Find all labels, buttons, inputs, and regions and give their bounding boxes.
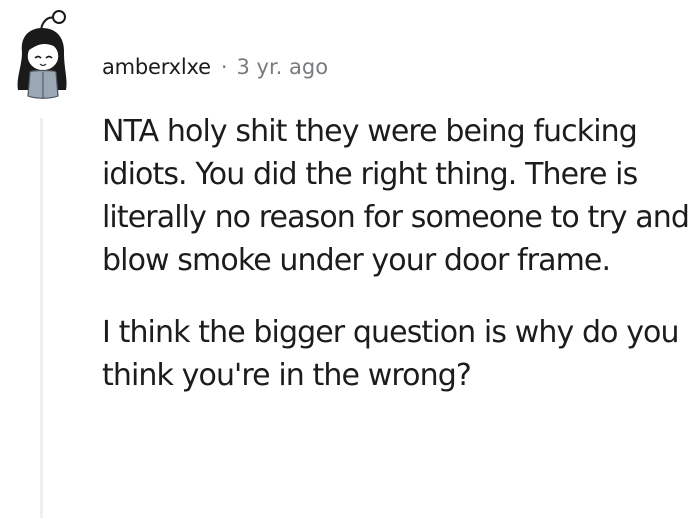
comment: amberxlxe · 3 yr. ago NTA holy shit they… bbox=[0, 0, 700, 518]
comment-paragraph: NTA holy shit they were being fucking id… bbox=[102, 114, 690, 278]
meta-separator: · bbox=[220, 55, 228, 79]
thread-line[interactable] bbox=[40, 118, 43, 518]
user-avatar[interactable] bbox=[10, 6, 82, 102]
comment-header: amberxlxe · 3 yr. ago bbox=[102, 50, 328, 84]
username-link[interactable]: amberxlxe bbox=[102, 55, 211, 79]
snoo-avatar-icon bbox=[17, 10, 67, 99]
comment-body: NTA holy shit they were being fucking id… bbox=[102, 110, 698, 397]
comment-paragraph: I think the bigger question is why do yo… bbox=[102, 315, 680, 393]
comment-timestamp[interactable]: 3 yr. ago bbox=[237, 55, 329, 79]
